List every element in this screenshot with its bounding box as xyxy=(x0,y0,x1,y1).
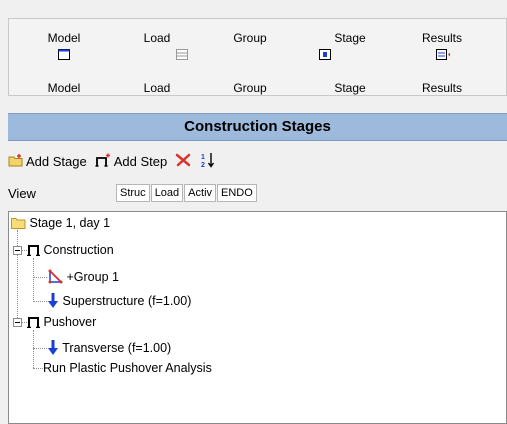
tree-item-pushover[interactable]: Pushover xyxy=(27,313,96,331)
tab-load-label: Load xyxy=(143,31,171,45)
tab-model-sublabel: Model xyxy=(47,81,81,95)
step-frame-icon xyxy=(27,243,40,261)
tab-group-sublabel: Group xyxy=(233,81,267,95)
stage-calendar-icon xyxy=(319,49,331,63)
collapse-construction-toggle[interactable] xyxy=(13,246,22,255)
tree-connector xyxy=(33,277,47,278)
tree-connector xyxy=(33,348,47,349)
sort-icon: 12 xyxy=(201,152,217,171)
tree-item-run-analysis-label: Run Plastic Pushover Analysis xyxy=(43,361,212,375)
group-triangle-icon xyxy=(47,269,63,289)
tab-stage[interactable]: Stage Stage xyxy=(305,19,395,97)
stage-toolbar: Add Stage Add Step 12 xyxy=(8,150,225,172)
tab-group[interactable]: Group Group xyxy=(205,19,295,97)
tree-item-superstructure[interactable]: Superstructure (f=1.00) xyxy=(47,292,191,310)
view-row: View Struc Load Activ ENDO xyxy=(8,182,258,204)
tree-item-construction-label: Construction xyxy=(43,243,114,257)
load-arrow-down-icon xyxy=(47,293,59,313)
view-activ-button[interactable]: Activ xyxy=(184,184,217,202)
sort-button[interactable]: 12 xyxy=(201,152,217,171)
tree-connector xyxy=(17,230,18,322)
step-frame-icon xyxy=(27,315,40,333)
tree-item-construction[interactable]: Construction xyxy=(27,241,114,259)
add-step-icon xyxy=(95,153,114,170)
tab-model-label: Model xyxy=(47,31,81,45)
tree-item-run-analysis[interactable]: Run Plastic Pushover Analysis xyxy=(43,359,212,377)
view-endo-button[interactable]: ENDO xyxy=(217,184,257,202)
main-tab-bar: Model Model Load Load Group Group Stage … xyxy=(8,18,507,96)
add-stage-label: Add Stage xyxy=(26,153,87,169)
folder-icon xyxy=(11,216,26,234)
tab-results-label: Results xyxy=(421,31,462,45)
tree-item-stage[interactable]: Stage 1, day 1 xyxy=(11,214,110,232)
tree-item-transverse[interactable]: Transverse (f=1.00) xyxy=(47,339,171,357)
svg-text:1: 1 xyxy=(201,154,205,161)
view-load-button[interactable]: Load xyxy=(150,184,184,202)
tree-connector xyxy=(33,368,43,369)
tab-results-sublabel: Results xyxy=(421,81,462,95)
tree-connector xyxy=(33,301,47,302)
add-stage-button[interactable]: Add Stage xyxy=(8,153,87,170)
tree-item-pushover-label: Pushover xyxy=(43,315,97,329)
tab-results[interactable]: Results Results xyxy=(397,19,487,97)
collapse-pushover-toggle[interactable] xyxy=(13,318,22,327)
view-struc-button[interactable]: Struc xyxy=(116,184,150,202)
view-label: View xyxy=(8,185,36,201)
add-folder-icon xyxy=(8,153,26,170)
delete-x-icon xyxy=(175,153,193,170)
tree-connector xyxy=(33,330,34,368)
tree-connector xyxy=(33,258,34,302)
delete-button[interactable] xyxy=(175,153,193,170)
add-step-label: Add Step xyxy=(113,153,168,169)
tab-load-sublabel: Load xyxy=(143,81,171,95)
load-grid-icon xyxy=(176,49,188,63)
load-arrow-down-icon xyxy=(47,340,59,360)
tab-stage-label: Stage xyxy=(334,31,366,45)
stage-tree: Stage 1, day 1 Construction +Group 1 Sup… xyxy=(8,211,507,424)
panel-title: Construction Stages xyxy=(8,113,507,141)
svg-text:2: 2 xyxy=(201,162,205,168)
results-icon xyxy=(436,49,452,63)
tree-item-superstructure-label: Superstructure (f=1.00) xyxy=(62,294,192,308)
add-step-button[interactable]: Add Step xyxy=(95,153,168,170)
tree-item-group-label: +Group 1 xyxy=(66,270,119,284)
tab-model[interactable]: Model Model xyxy=(19,19,109,97)
tree-item-stage-label: Stage 1, day 1 xyxy=(29,216,111,230)
model-window-icon xyxy=(58,49,70,63)
tab-group-label: Group xyxy=(233,31,267,45)
tree-item-transverse-label: Transverse (f=1.00) xyxy=(62,341,172,355)
tree-item-group[interactable]: +Group 1 xyxy=(47,268,119,286)
tab-stage-sublabel: Stage xyxy=(334,81,366,95)
tab-load[interactable]: Load Load xyxy=(112,19,202,97)
